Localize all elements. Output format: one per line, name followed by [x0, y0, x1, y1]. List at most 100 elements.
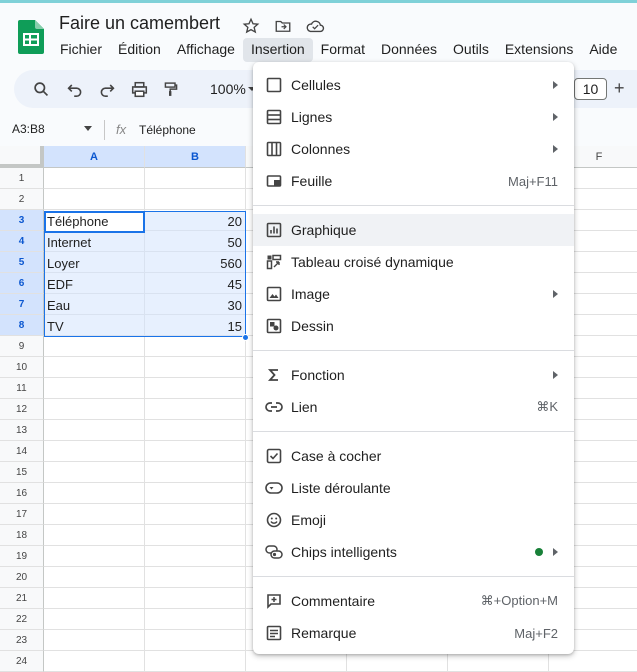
row-header-2[interactable]: 2 [0, 189, 44, 210]
menu-item-image[interactable]: Image [253, 278, 574, 310]
row-header-12[interactable]: 12 [0, 399, 44, 420]
row-header-11[interactable]: 11 [0, 378, 44, 399]
row-header-24[interactable]: 24 [0, 651, 44, 672]
formula-separator [104, 120, 105, 140]
row-header-20[interactable]: 20 [0, 567, 44, 588]
cell-b7[interactable]: 30 [150, 298, 242, 313]
menu-item-feuille[interactable]: Feuille Maj+F11 [253, 165, 574, 197]
menu-file[interactable]: Fichier [52, 38, 110, 62]
sigma-icon [265, 366, 283, 384]
cell-a3[interactable]: Téléphone [47, 214, 108, 229]
row-header-8[interactable]: 8 [0, 315, 44, 336]
menu-item-emoji[interactable]: Emoji [253, 504, 574, 536]
row-header-9[interactable]: 9 [0, 336, 44, 357]
select-all-corner[interactable] [0, 146, 44, 168]
undo-icon[interactable] [65, 79, 85, 99]
comment-icon [265, 592, 283, 610]
star-icon[interactable] [240, 15, 262, 37]
cell-b8[interactable]: 15 [150, 319, 242, 334]
cell-a4[interactable]: Internet [47, 235, 91, 250]
menu-view[interactable]: Affichage [169, 38, 243, 62]
menu-item-lien[interactable]: Lien ⌘K [253, 391, 574, 423]
cell-b5[interactable]: 560 [150, 256, 242, 271]
menu-insert[interactable]: Insertion [242, 38, 313, 62]
name-box-dropdown-icon[interactable] [84, 126, 92, 131]
menu-format[interactable]: Format [313, 38, 373, 62]
menu-item-tableau-croise[interactable]: Tableau croisé dynamique [253, 246, 574, 278]
menu-item-liste-deroulante[interactable]: Liste déroulante [253, 472, 574, 504]
cell-a6[interactable]: EDF [47, 277, 73, 292]
menu-separator [253, 431, 574, 432]
submenu-arrow-icon [553, 290, 558, 298]
smart-chips-icon [265, 543, 283, 561]
cell-b4[interactable]: 50 [150, 235, 242, 250]
fill-handle[interactable] [242, 334, 249, 341]
print-icon[interactable] [129, 79, 149, 99]
row-header-15[interactable]: 15 [0, 462, 44, 483]
menu-tools[interactable]: Outils [445, 38, 497, 62]
zoom-select[interactable]: 100% [210, 81, 246, 97]
row-header-22[interactable]: 22 [0, 609, 44, 630]
search-icon[interactable] [31, 79, 51, 99]
row-header-7[interactable]: 7 [0, 294, 44, 315]
increase-font-size-button[interactable]: + [614, 78, 625, 99]
menu-item-lignes[interactable]: Lignes [253, 101, 574, 133]
menu-separator [253, 205, 574, 206]
menu-item-shortcut: ⌘+Option+M [480, 593, 558, 608]
menu-item-label: Lien [291, 399, 318, 415]
chart-icon [265, 221, 283, 239]
row-header-13[interactable]: 13 [0, 420, 44, 441]
row-header-4[interactable]: 4 [0, 231, 44, 252]
menu-item-label: Cellules [291, 77, 341, 93]
cell-a8[interactable]: TV [47, 319, 64, 334]
drawing-icon [265, 317, 283, 335]
menu-edit[interactable]: Édition [110, 38, 169, 62]
formula-input[interactable]: Téléphone [139, 123, 196, 137]
cell-a5[interactable]: Loyer [47, 256, 80, 271]
menu-item-dessin[interactable]: Dessin [253, 310, 574, 342]
row-header-6[interactable]: 6 [0, 273, 44, 294]
menu-item-remarque[interactable]: Remarque Maj+F2 [253, 617, 574, 649]
menu-item-chips-intelligents[interactable]: Chips intelligents [253, 536, 574, 568]
menu-item-colonnes[interactable]: Colonnes [253, 133, 574, 165]
column-header-b[interactable]: B [145, 146, 246, 168]
menu-item-cellules[interactable]: Cellules [253, 69, 574, 101]
row-header-23[interactable]: 23 [0, 630, 44, 651]
menu-data[interactable]: Données [373, 38, 445, 62]
submenu-arrow-icon [553, 81, 558, 89]
menu-separator [253, 576, 574, 577]
menu-extensions[interactable]: Extensions [497, 38, 581, 62]
cell-b3[interactable]: 20 [150, 214, 242, 229]
menu-item-graphique[interactable]: Graphique [253, 214, 574, 246]
row-header-1[interactable]: 1 [0, 168, 44, 189]
menu-item-label: Chips intelligents [291, 544, 397, 560]
row-header-19[interactable]: 19 [0, 546, 44, 567]
row-header-21[interactable]: 21 [0, 588, 44, 609]
cloud-status-icon[interactable] [304, 15, 326, 37]
menu-help[interactable]: Aide [581, 38, 625, 62]
cell-b6[interactable]: 45 [150, 277, 242, 292]
cell-icon [265, 76, 283, 94]
name-box[interactable]: A3:B8 [12, 122, 45, 136]
document-title[interactable]: Faire un camembert [59, 13, 220, 34]
menu-item-label: Commentaire [291, 593, 376, 609]
row-header-10[interactable]: 10 [0, 357, 44, 378]
submenu-arrow-icon [553, 145, 558, 153]
paint-format-icon[interactable] [161, 79, 181, 99]
menu-item-fonction[interactable]: Fonction [253, 359, 574, 391]
row-header-17[interactable]: 17 [0, 504, 44, 525]
move-folder-icon[interactable] [272, 15, 294, 37]
menu-item-case-a-cocher[interactable]: Case à cocher [253, 440, 574, 472]
cell-a7[interactable]: Eau [47, 298, 70, 313]
row-header-3[interactable]: 3 [0, 210, 44, 231]
redo-icon[interactable] [97, 79, 117, 99]
sheets-logo-icon[interactable] [18, 20, 44, 54]
row-header-14[interactable]: 14 [0, 441, 44, 462]
menu-item-commentaire[interactable]: Commentaire ⌘+Option+M [253, 585, 574, 617]
font-size-input[interactable]: 10 [574, 78, 607, 100]
row-header-5[interactable]: 5 [0, 252, 44, 273]
row-header-18[interactable]: 18 [0, 525, 44, 546]
column-header-a[interactable]: A [44, 146, 145, 168]
menu-item-label: Feuille [291, 173, 333, 189]
row-header-16[interactable]: 16 [0, 483, 44, 504]
